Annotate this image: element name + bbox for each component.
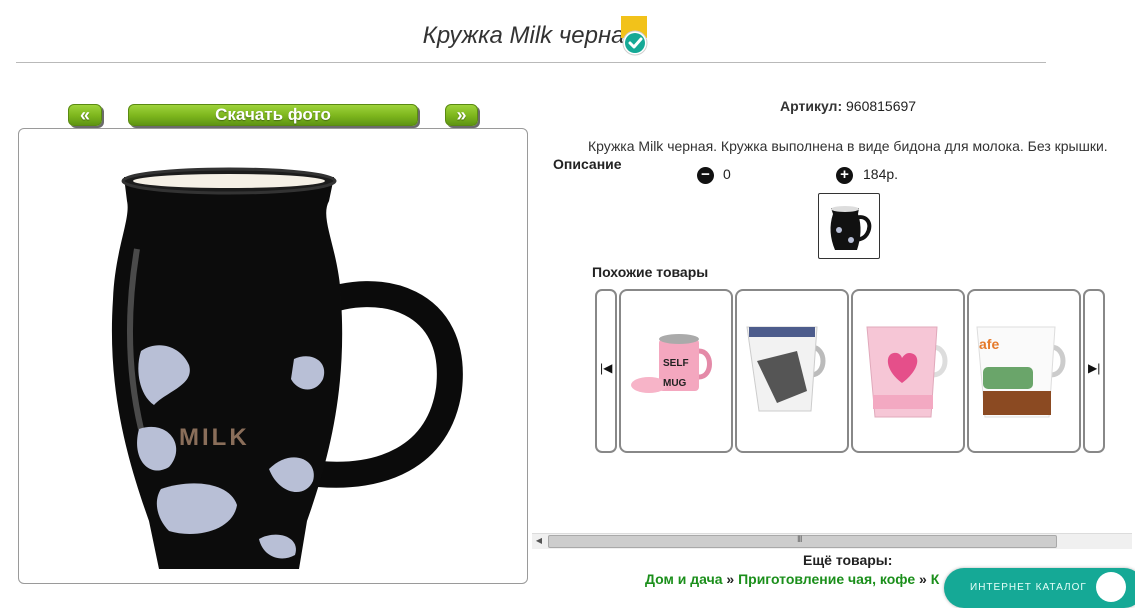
milk-mug-image: MILK	[111, 167, 463, 569]
price-value: 184р.	[863, 166, 899, 182]
prev-photo-button[interactable]: «	[68, 104, 102, 126]
svg-text:afe: afe	[979, 336, 999, 352]
download-photo-button[interactable]: Скачать фото	[128, 104, 418, 126]
decrease-quantity-icon[interactable]: −	[697, 167, 714, 184]
similar-product-card[interactable]: afe	[967, 289, 1081, 453]
breadcrumb-link-home-garden[interactable]: Дом и дача	[645, 571, 723, 587]
cafe-print-mug-image: afe	[976, 326, 1066, 418]
mug-thumbnail-image	[830, 206, 872, 250]
breadcrumb-separator: »	[919, 571, 927, 587]
carousel-next-button[interactable]: ▶|	[1083, 289, 1105, 453]
main-product-photo[interactable]: MILK	[18, 128, 528, 584]
verified-badge-icon	[621, 16, 648, 56]
increase-quantity-icon[interactable]: +	[836, 167, 853, 184]
carousel-prev-button[interactable]: |◀	[595, 289, 617, 453]
article-number: Артикул: 960815697	[780, 98, 916, 114]
scroll-left-icon[interactable]: ◀	[532, 534, 546, 548]
breadcrumb-link-next[interactable]: К	[931, 571, 940, 587]
self-stirring-mug-image: SELF MUG	[631, 334, 712, 393]
pink-heart-mug-image	[866, 326, 948, 418]
svg-text:MILK: MILK	[179, 424, 250, 451]
breadcrumb: Дом и дача » Приготовление чая, кофе » К	[645, 571, 939, 587]
similar-products-label: Похожие товары	[592, 264, 709, 280]
title-divider	[16, 62, 1046, 63]
white-print-mug-image	[746, 326, 826, 412]
similar-product-card[interactable]	[851, 289, 965, 453]
scrollbar-grip-icon: III	[797, 534, 802, 544]
similar-product-card[interactable]: SELF MUG	[619, 289, 733, 453]
svg-text:MUG: MUG	[663, 378, 687, 389]
quantity-value: 0	[723, 166, 731, 182]
more-products-label: Ещё товары:	[803, 552, 893, 568]
description-label: Описание	[553, 156, 622, 172]
svg-text:SELF: SELF	[663, 358, 689, 369]
carousel-prev-icon: |◀	[600, 361, 613, 375]
next-photo-button[interactable]: »	[445, 104, 478, 126]
breadcrumb-link-tea-coffee[interactable]: Приготовление чая, кофе	[738, 571, 915, 587]
photo-thumbnail[interactable]	[818, 193, 880, 259]
page-title: Кружка Milk черная	[422, 22, 638, 49]
catalog-chat-icon[interactable]	[1096, 572, 1126, 602]
article-value: 960815697	[846, 98, 917, 114]
description-text: Кружка Milk черная. Кружка выполнена в в…	[588, 138, 1108, 154]
article-label: Артикул:	[780, 98, 843, 114]
similar-product-card[interactable]	[735, 289, 849, 453]
breadcrumb-separator: »	[726, 571, 735, 587]
carousel-next-icon: ▶|	[1088, 361, 1101, 375]
scrollbar-thumb[interactable]	[548, 535, 1057, 548]
